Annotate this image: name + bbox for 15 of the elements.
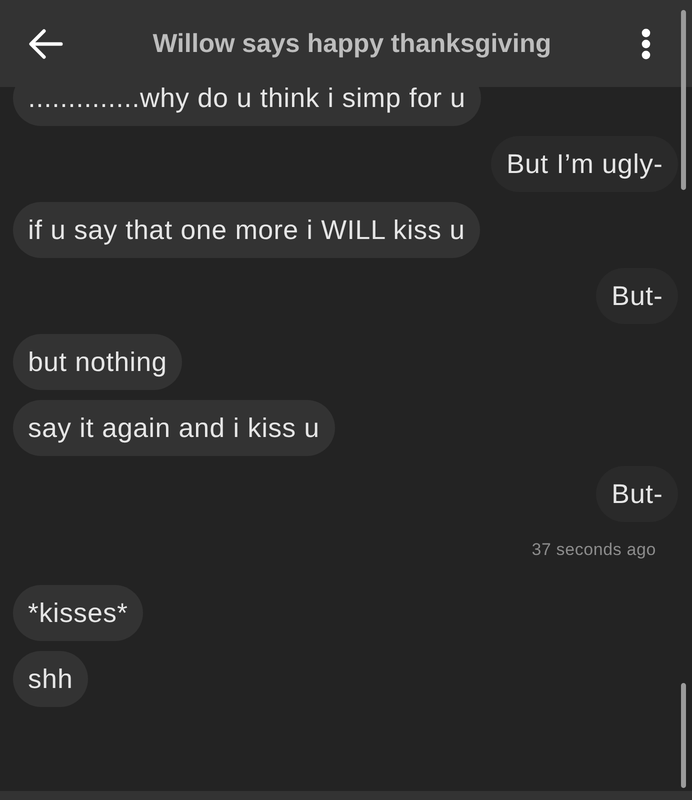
sent-message-bubble: But- (596, 466, 678, 522)
received-message-bubble: *kisses* (13, 585, 144, 641)
sent-message-bubble: But- (596, 268, 678, 324)
received-message-bubble: but nothing (13, 334, 182, 390)
back-arrow-icon[interactable] (29, 28, 63, 58)
received-message-bubble: say it again and i kiss u (13, 400, 335, 456)
message-timestamp: 37 seconds ago (532, 538, 656, 561)
sent-message-bubble: But I’m ugly- (491, 136, 678, 192)
received-message-bubble: ..............why do u think i simp for u (13, 87, 481, 126)
scrollbar-thumb[interactable] (681, 10, 686, 190)
more-options-icon[interactable] (641, 28, 651, 60)
scrollbar-thumb[interactable] (681, 683, 686, 788)
chat-title: Willow says happy thanksgiving (152, 27, 552, 60)
received-message-bubble: if u say that one more i WILL kiss u (13, 202, 480, 258)
received-message-bubble: shh (13, 651, 88, 707)
